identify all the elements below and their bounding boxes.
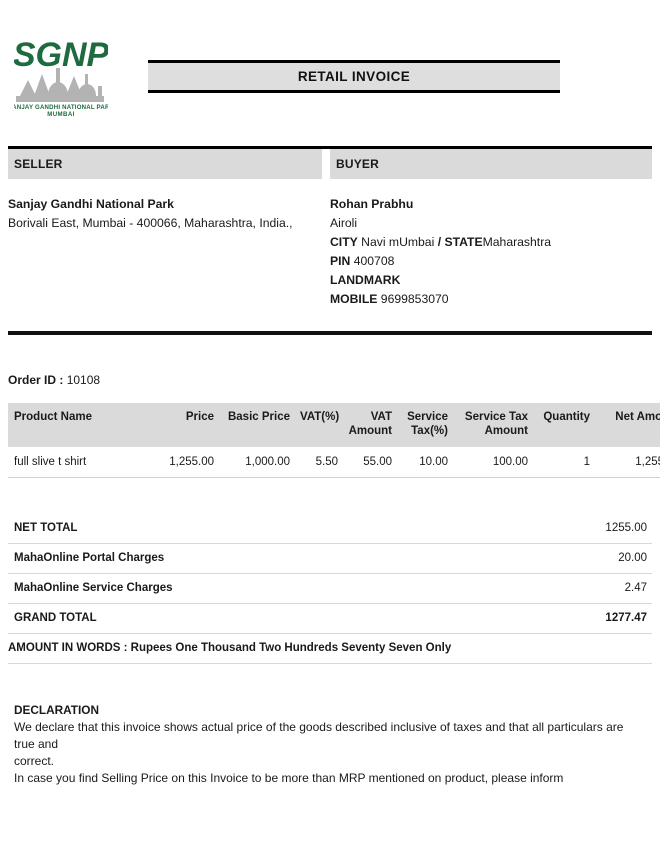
buyer-pin-label: PIN bbox=[330, 254, 351, 268]
buyer-pin-value: 400708 bbox=[353, 254, 395, 268]
portal-charges-value: 20.00 bbox=[527, 543, 652, 574]
invoice-page: SGNP SANJAY GANDHI NATIONAL PARK MUMBAI … bbox=[0, 0, 660, 846]
amount-in-words: AMOUNT IN WORDS : Rupees One Thousand Tw… bbox=[8, 633, 652, 664]
buyer-block: Rohan Prabhu Airoli CITY Navi mUmbai / S… bbox=[330, 195, 652, 309]
buyer-address: Airoli bbox=[330, 216, 358, 230]
amount-in-words-row: AMOUNT IN WORDS : Rupees One Thousand Tw… bbox=[8, 633, 652, 664]
buyer-heading: BUYER bbox=[330, 149, 652, 179]
page-title: RETAIL INVOICE bbox=[297, 69, 411, 84]
net-total-row: NET TOTAL 1255.00 bbox=[8, 514, 652, 544]
logo-wordmark: SGNP bbox=[14, 36, 108, 74]
buyer-mobile-line: MOBILE 9699853070 bbox=[330, 290, 652, 309]
cell-service-tax-amount: 100.00 bbox=[454, 447, 534, 478]
cell-vat-percent: 5.50 bbox=[296, 447, 344, 478]
declaration-line-2: correct. bbox=[14, 754, 55, 768]
buyer-landmark-label: LANDMARK bbox=[330, 273, 401, 287]
net-total-value: 1255.00 bbox=[527, 514, 652, 544]
logo-caption-line2: MUMBAI bbox=[47, 111, 74, 118]
declaration-section: DECLARATION We declare that this invoice… bbox=[8, 664, 652, 787]
declaration-line-1: We declare that this invoice shows actua… bbox=[14, 720, 624, 751]
cell-service-tax-percent: 10.00 bbox=[398, 447, 454, 478]
items-table-head: Product Name Price Basic Price VAT(%) VA… bbox=[8, 403, 660, 447]
parties-heading-gap bbox=[322, 149, 330, 179]
cell-basic-price: 1,000.00 bbox=[220, 447, 296, 478]
order-id-value: 10108 bbox=[66, 373, 101, 387]
buyer-mobile-label: MOBILE bbox=[330, 292, 378, 306]
parties-heading-row: SELLER BUYER bbox=[8, 149, 652, 179]
seller-address: Borivali East, Mumbai - 400066, Maharash… bbox=[8, 216, 293, 230]
grand-total-label: GRAND TOTAL bbox=[8, 603, 527, 634]
cell-net-amount: 1,255.00 bbox=[596, 447, 660, 478]
table-row: full slive t shirt 1,255.00 1,000.00 5.5… bbox=[8, 447, 660, 478]
order-id-line: Order ID : 10108 bbox=[8, 335, 652, 387]
service-charges-label: MahaOnline Service Charges bbox=[8, 573, 527, 604]
cell-price: 1,255.00 bbox=[158, 447, 220, 478]
items-table: Product Name Price Basic Price VAT(%) VA… bbox=[8, 403, 660, 478]
order-id-label: Order ID : bbox=[8, 373, 64, 387]
column-header-net-amount: Net Amount bbox=[596, 403, 660, 447]
sgnp-logo: SGNP SANJAY GANDHI NATIONAL PARK MUMBAI bbox=[14, 28, 108, 118]
grand-total-row: GRAND TOTAL 1277.47 bbox=[8, 603, 652, 634]
items-header-row: Product Name Price Basic Price VAT(%) VA… bbox=[8, 403, 660, 447]
portal-charges-row: MahaOnline Portal Charges 20.00 bbox=[8, 543, 652, 574]
logo-caption-line1: SANJAY GANDHI NATIONAL PARK bbox=[14, 104, 108, 111]
buyer-mobile-value: 9699853070 bbox=[380, 292, 449, 306]
column-header-vat-percent: VAT(%) bbox=[296, 403, 344, 447]
portal-charges-label: MahaOnline Portal Charges bbox=[8, 543, 527, 574]
column-header-basic-price: Basic Price bbox=[220, 403, 296, 447]
totals-table-body: NET TOTAL 1255.00 MahaOnline Portal Char… bbox=[8, 514, 652, 664]
buyer-state-label: STATE bbox=[444, 235, 483, 249]
net-total-label: NET TOTAL bbox=[8, 514, 527, 544]
buyer-pin-line: PIN 400708 bbox=[330, 252, 652, 271]
seller-name: Sanjay Gandhi National Park bbox=[8, 197, 174, 211]
column-header-product-name: Product Name bbox=[8, 403, 158, 447]
buyer-city-label: CITY bbox=[330, 235, 358, 249]
cell-product-name: full slive t shirt bbox=[8, 447, 158, 478]
buyer-city-value: Navi mUmbai bbox=[361, 235, 435, 249]
column-header-service-tax-amount: Service Tax Amount bbox=[454, 403, 534, 447]
column-header-quantity: Quantity bbox=[534, 403, 596, 447]
service-charges-value: 2.47 bbox=[527, 573, 652, 604]
invoice-header: SGNP SANJAY GANDHI NATIONAL PARK MUMBAI … bbox=[8, 0, 652, 120]
cell-quantity: 1 bbox=[534, 447, 596, 478]
column-header-vat-amount: VAT Amount bbox=[344, 403, 398, 447]
buyer-landmark-line: LANDMARK bbox=[330, 271, 652, 290]
buyer-name: Rohan Prabhu bbox=[330, 197, 414, 211]
buyer-city-state-separator: / bbox=[437, 235, 442, 249]
seller-heading: SELLER bbox=[8, 149, 322, 179]
seller-block: Sanjay Gandhi National Park Borivali Eas… bbox=[8, 195, 330, 309]
column-header-price: Price bbox=[158, 403, 220, 447]
declaration-heading: DECLARATION bbox=[14, 703, 99, 717]
items-table-body: full slive t shirt 1,255.00 1,000.00 5.5… bbox=[8, 447, 660, 478]
service-charges-row: MahaOnline Service Charges 2.47 bbox=[8, 573, 652, 604]
buyer-state-value: Maharashtra bbox=[482, 235, 552, 249]
document-title-bar: RETAIL INVOICE bbox=[148, 60, 560, 93]
cell-vat-amount: 55.00 bbox=[344, 447, 398, 478]
buyer-city-state-line: CITY Navi mUmbai / STATEMaharashtra bbox=[330, 233, 652, 252]
declaration-line-3: In case you find Selling Price on this I… bbox=[14, 771, 564, 785]
logo-svg: SGNP SANJAY GANDHI NATIONAL PARK MUMBAI bbox=[14, 36, 108, 118]
totals-table: NET TOTAL 1255.00 MahaOnline Portal Char… bbox=[8, 514, 652, 664]
column-header-service-tax-percent: Service Tax(%) bbox=[398, 403, 454, 447]
grand-total-value: 1277.47 bbox=[527, 603, 652, 634]
parties-body: Sanjay Gandhi National Park Borivali Eas… bbox=[8, 179, 652, 309]
